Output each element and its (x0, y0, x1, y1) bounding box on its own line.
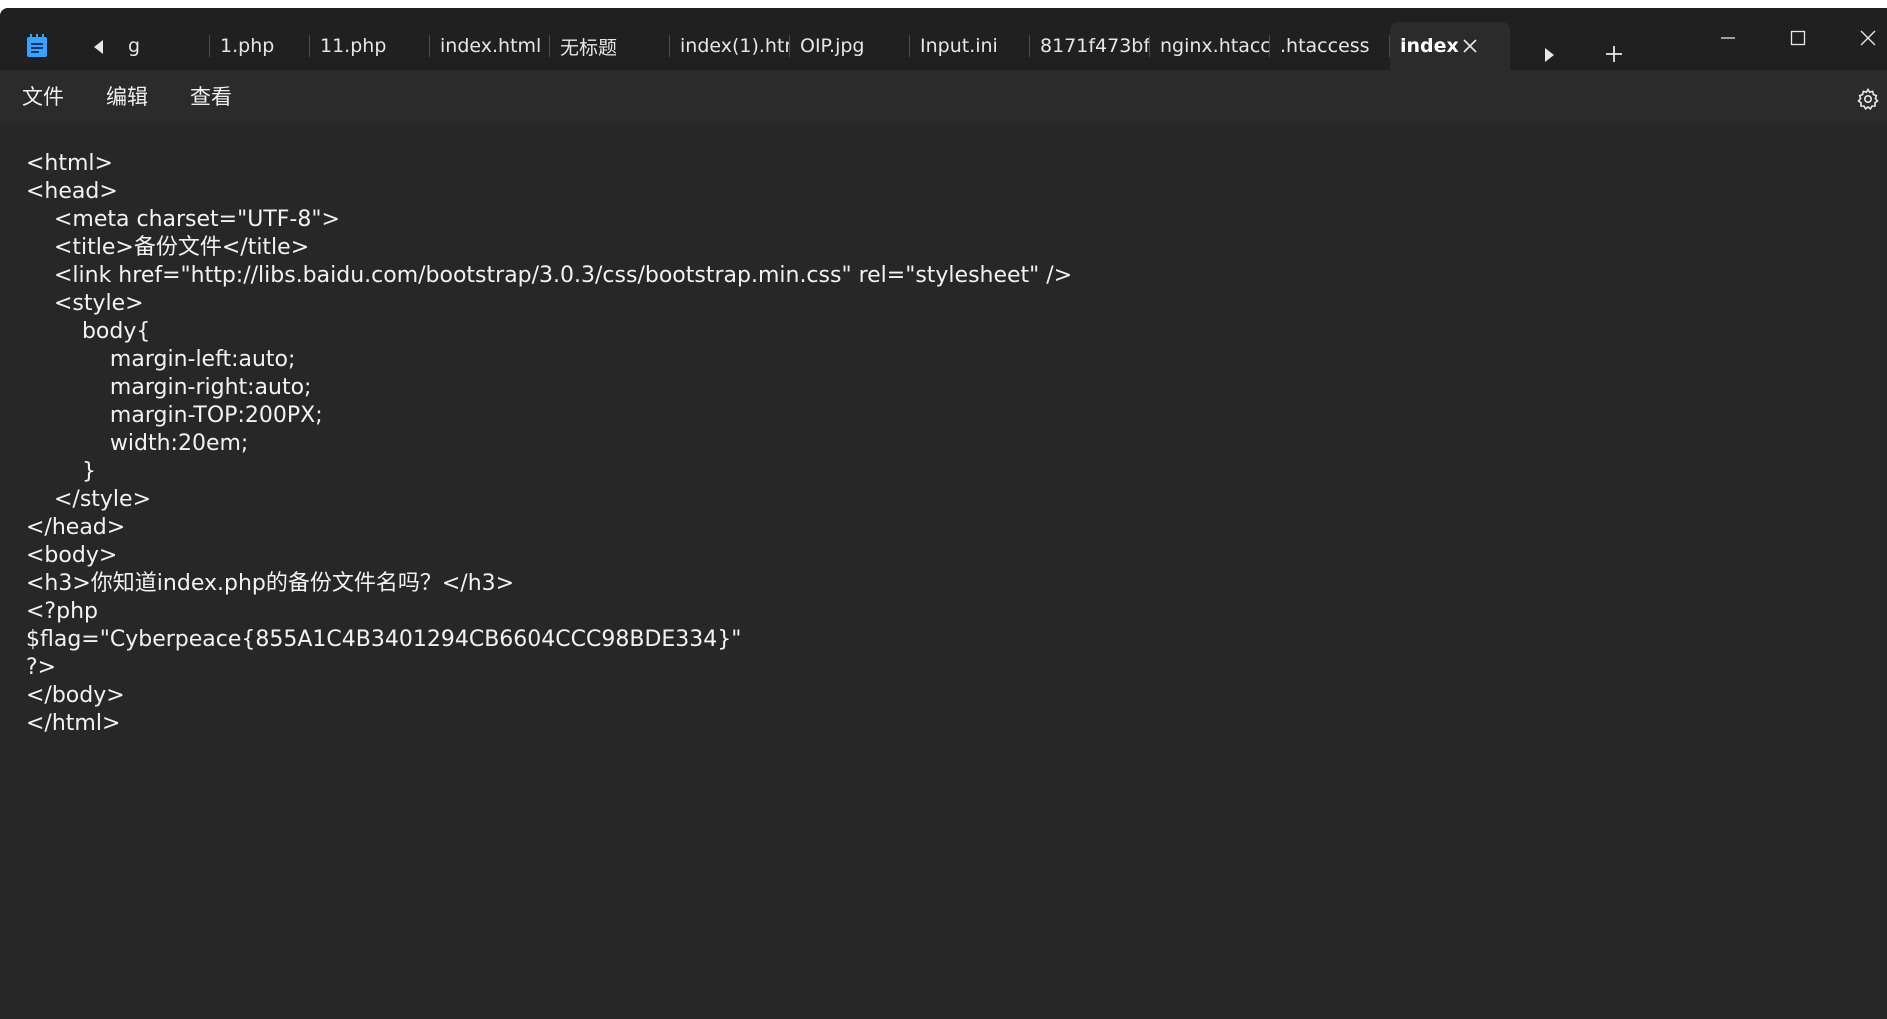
triangle-left-icon[interactable] (90, 38, 108, 56)
tab-1-php[interactable]: 1.php (210, 22, 310, 70)
gear-icon[interactable] (1856, 87, 1880, 111)
tab-label: index(1).htm (680, 35, 790, 57)
maximize-button[interactable] (1778, 20, 1818, 56)
tab-label: index (1400, 35, 1459, 57)
code-line: ?> (26, 655, 57, 680)
code-line: margin-left:auto; (26, 347, 296, 372)
code-line: <link href="http://libs.baidu.com/bootst… (26, 263, 1073, 288)
code-line: margin-right:auto; (26, 375, 312, 400)
menu-view[interactable]: 查看 (190, 70, 232, 124)
notepad-window: g 1.php 11.php index.html 无标题 index(1).h… (0, 8, 1887, 1019)
tab-index-html[interactable]: index.html (430, 22, 550, 70)
plus-icon[interactable] (1602, 42, 1626, 66)
code-line: $flag="Cyberpeace{855A1C4B3401294CB6604C… (26, 627, 742, 652)
tab-label: 无标题 (560, 36, 618, 59)
menu-bar: 文件 编辑 查看 (0, 70, 1887, 124)
title-bar: g 1.php 11.php index.html 无标题 index(1).h… (0, 8, 1887, 70)
tab-11-php[interactable]: 11.php (310, 22, 430, 70)
tab-label: 8171f473bf1 (1040, 35, 1150, 57)
tab-8171f473bf1[interactable]: 8171f473bf1 (1030, 22, 1150, 70)
code-line: <h3>你知道index.php的备份文件名吗？</h3> (26, 571, 515, 596)
tab-label: index.html (440, 35, 542, 57)
code-line: <title>备份文件</title> (26, 235, 310, 260)
tab-label: OIP.jpg (800, 35, 865, 57)
tab-g[interactable]: g (118, 22, 210, 70)
code-line: <style> (26, 291, 144, 316)
tab-label: g (128, 35, 141, 57)
menu-edit[interactable]: 编辑 (106, 70, 148, 124)
code-line: margin-TOP:200PX; (26, 403, 323, 428)
close-window-button[interactable] (1848, 20, 1887, 56)
editor-content[interactable]: <html> <head> <meta charset="UTF-8"> <ti… (26, 150, 1866, 738)
code-line: body{ (26, 319, 151, 344)
close-icon (1860, 30, 1876, 46)
close-icon[interactable] (1460, 36, 1480, 56)
menu-file[interactable]: 文件 (22, 70, 64, 124)
code-line: } (26, 459, 96, 484)
notepad-icon (27, 34, 47, 57)
tab-input-ini[interactable]: Input.ini (910, 22, 1030, 70)
tab-htaccess[interactable]: .htaccess (1270, 22, 1390, 70)
tab-index1-htm[interactable]: index(1).htm (670, 22, 790, 70)
tab-untitled[interactable]: 无标题 (550, 22, 670, 70)
tab-label: 1.php (220, 35, 275, 57)
code-line: width:20em; (26, 431, 249, 456)
code-line: <?php (26, 599, 98, 624)
triangle-right-icon[interactable] (1540, 46, 1558, 64)
code-line: <head> (26, 179, 118, 204)
tab-label: nginx.htacce (1160, 35, 1270, 57)
tab-oip-jpg[interactable]: OIP.jpg (790, 22, 910, 70)
tab-label: 11.php (320, 35, 387, 57)
code-line: <meta charset="UTF-8"> (26, 207, 340, 232)
code-line: </html> (26, 711, 121, 736)
code-line: <html> (26, 151, 113, 176)
tab-nginx-htaccess[interactable]: nginx.htacce (1150, 22, 1270, 70)
tab-label: .htaccess (1280, 35, 1370, 57)
minimize-icon (1721, 37, 1735, 39)
code-line: </head> (26, 515, 126, 540)
minimize-button[interactable] (1708, 20, 1748, 56)
code-line: <body> (26, 543, 118, 568)
code-line: </body> (26, 683, 125, 708)
code-line: </style> (26, 487, 152, 512)
tab-index[interactable]: index (1390, 22, 1510, 70)
tab-label: Input.ini (920, 35, 998, 57)
tab-strip: g 1.php 11.php index.html 无标题 index(1).h… (118, 22, 1510, 70)
maximize-icon (1790, 30, 1806, 46)
text-editor[interactable]: <html> <head> <meta charset="UTF-8"> <ti… (0, 124, 1887, 1019)
